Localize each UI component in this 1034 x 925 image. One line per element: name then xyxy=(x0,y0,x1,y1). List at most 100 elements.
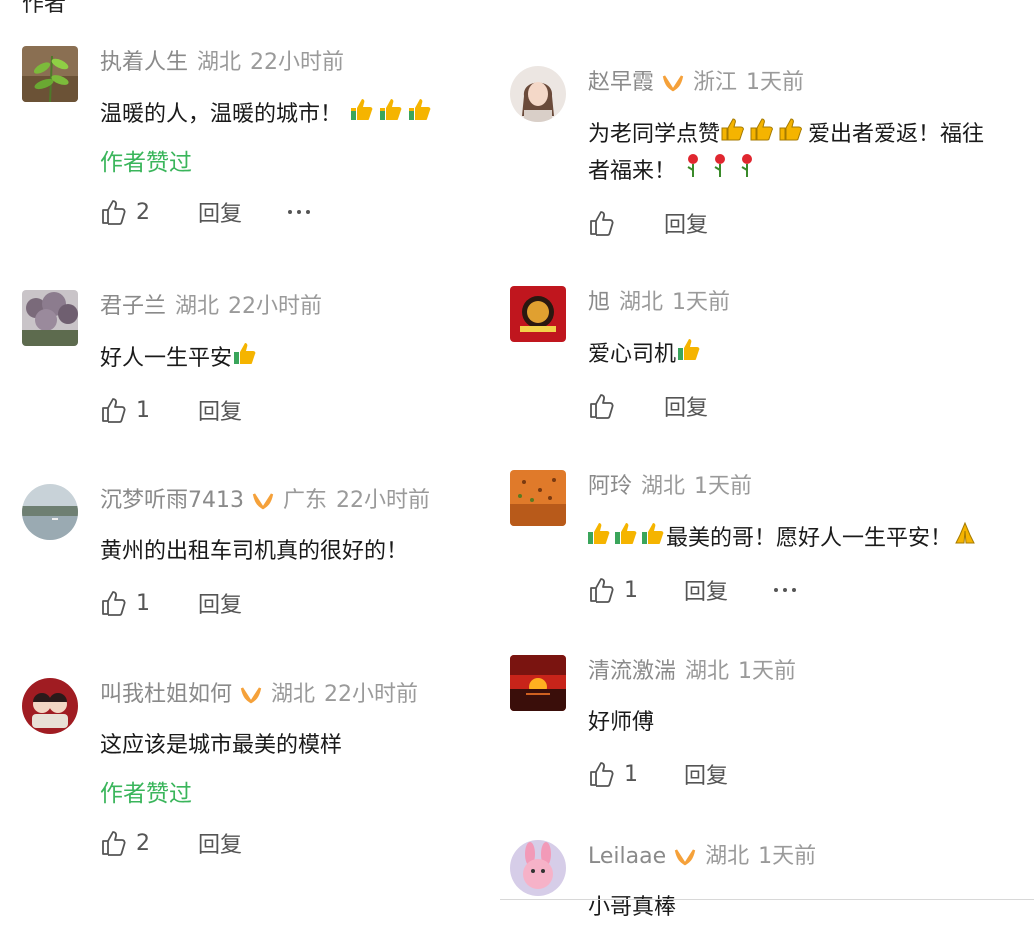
like-button[interactable]: 1 xyxy=(588,760,684,788)
like-button[interactable]: 1 xyxy=(100,589,198,617)
pink-bunny-avatar-icon xyxy=(510,840,566,896)
comment-meta: 旭湖北 1天前 xyxy=(588,288,988,318)
like-button[interactable]: 1 xyxy=(588,576,684,604)
region: 湖北 xyxy=(175,294,220,319)
comment-actions: 2 回复 xyxy=(100,828,500,858)
yellow-thumbs-up-icon xyxy=(720,117,808,152)
thumbs-up-icon xyxy=(586,521,666,556)
like-button[interactable] xyxy=(588,392,664,420)
region: 湖北 xyxy=(685,659,730,684)
timestamp: 1天前 xyxy=(738,659,797,684)
like-button[interactable]: 1 xyxy=(100,396,198,424)
like-count: 2 xyxy=(136,199,150,225)
username[interactable]: 沉梦听雨7413 xyxy=(100,488,244,513)
avatar[interactable] xyxy=(510,66,566,122)
avatar[interactable] xyxy=(510,655,566,711)
username[interactable]: 阿玲 xyxy=(588,474,632,499)
comment-meta: 阿玲 湖北 1天前 xyxy=(588,472,988,502)
praying-hands-icon xyxy=(952,521,978,556)
comment-text: 为老同学点赞 爱出者爱返！福往 者福来！ xyxy=(588,117,988,189)
region: 湖北 xyxy=(705,844,750,869)
like-button[interactable]: 2 xyxy=(100,829,198,857)
comment-meta: Leilaae 湖北 1天前 xyxy=(588,842,988,872)
timestamp: 1天前 xyxy=(758,844,817,869)
like-button[interactable] xyxy=(588,209,664,237)
comment-meta: 赵早霞 浙江 1天前 xyxy=(588,68,988,98)
like-count: 2 xyxy=(136,830,150,856)
flower-tree-avatar-icon xyxy=(22,290,78,346)
avatar[interactable] xyxy=(510,840,566,896)
comment-actions: 1 回复 xyxy=(100,588,500,618)
comment-actions: 1 回复 xyxy=(588,575,988,605)
timestamp: 22小时前 xyxy=(336,488,431,513)
lake-avatar-icon xyxy=(22,484,78,540)
avatar[interactable] xyxy=(510,286,566,342)
comment-meta: 叫我杜姐如何 湖北 22小时前 xyxy=(100,680,500,710)
reply-button[interactable]: 回复 xyxy=(684,758,728,790)
comment-meta: 清流激湍 湖北 1天前 xyxy=(588,657,988,687)
more-options-icon[interactable] xyxy=(288,210,311,214)
region: 湖北 xyxy=(641,474,686,499)
timestamp: 1天前 xyxy=(746,70,805,95)
like-count: 1 xyxy=(136,397,150,423)
avatar[interactable] xyxy=(22,484,78,540)
comment-text: 小哥真棒 xyxy=(588,895,677,920)
more-options-icon[interactable] xyxy=(774,588,797,592)
comment-actions: 1 回复 xyxy=(588,759,988,789)
reply-button[interactable]: 回复 xyxy=(664,390,708,422)
plant-avatar-icon xyxy=(22,46,78,102)
reply-button[interactable]: 回复 xyxy=(198,196,242,228)
comment-text: 温暖的人，温暖的城市！ xyxy=(100,97,500,132)
comment-actions: 2 回复 xyxy=(100,197,500,227)
username[interactable]: 赵早霞 xyxy=(588,70,654,95)
thumbs-up-icon xyxy=(676,337,704,372)
region: 浙江 xyxy=(693,70,738,95)
reply-button[interactable]: 回复 xyxy=(684,574,728,606)
comment-text: 好师傅 xyxy=(588,710,655,735)
username[interactable]: 执着人生 xyxy=(100,50,188,75)
thumbs-up-icon xyxy=(349,97,435,132)
thumbs-up-outline-icon xyxy=(590,211,614,236)
divider xyxy=(500,899,1034,900)
like-count: 1 xyxy=(624,761,638,787)
reply-button[interactable]: 回复 xyxy=(664,207,708,239)
cartoon-couple-avatar-icon xyxy=(22,678,78,734)
thumbs-up-outline-icon xyxy=(102,200,126,225)
verified-badge-icon xyxy=(252,493,274,510)
timestamp: 22小时前 xyxy=(228,294,323,319)
sunset-avatar-icon xyxy=(510,655,566,711)
comment-meta: 沉梦听雨7413 广东 22小时前 xyxy=(100,486,500,516)
like-count: 1 xyxy=(136,590,150,616)
avatar[interactable] xyxy=(22,46,78,102)
username[interactable]: Leilaae xyxy=(588,844,666,869)
rose-icon xyxy=(683,152,757,189)
thumbs-up-outline-icon xyxy=(590,578,614,603)
red-emblem-avatar-icon xyxy=(510,286,566,342)
username[interactable]: 叫我杜姐如何 xyxy=(100,682,232,707)
reply-button[interactable]: 回复 xyxy=(198,394,242,426)
thumbs-up-outline-icon xyxy=(102,591,126,616)
username[interactable]: 旭 xyxy=(588,290,610,315)
username[interactable]: 君子兰 xyxy=(100,294,166,319)
like-button[interactable]: 2 xyxy=(100,198,198,226)
verified-badge-icon xyxy=(674,849,696,866)
liked-by-author-label: 作者赞过 xyxy=(100,781,192,807)
comment-meta: 执着人生 湖北 22小时前 xyxy=(100,48,500,78)
username[interactable]: 清流激湍 xyxy=(588,659,676,684)
reply-button[interactable]: 回复 xyxy=(198,827,242,859)
timestamp: 22小时前 xyxy=(324,682,419,707)
avatar[interactable] xyxy=(22,290,78,346)
comment-actions: 1 回复 xyxy=(100,395,500,425)
region: 广东 xyxy=(283,488,328,513)
avatar[interactable] xyxy=(510,470,566,526)
thumbs-up-outline-icon xyxy=(102,831,126,856)
reply-button[interactable]: 回复 xyxy=(198,587,242,619)
thumbs-up-icon xyxy=(232,341,260,376)
comment-actions: 回复 xyxy=(588,391,988,421)
region: 湖北 xyxy=(271,682,316,707)
thumbs-up-outline-icon xyxy=(590,394,614,419)
comment-text: 好人一生平安 xyxy=(100,341,500,376)
comment-text: 爱心司机 xyxy=(588,337,988,372)
avatar[interactable] xyxy=(22,678,78,734)
region: 湖北 xyxy=(619,290,664,315)
